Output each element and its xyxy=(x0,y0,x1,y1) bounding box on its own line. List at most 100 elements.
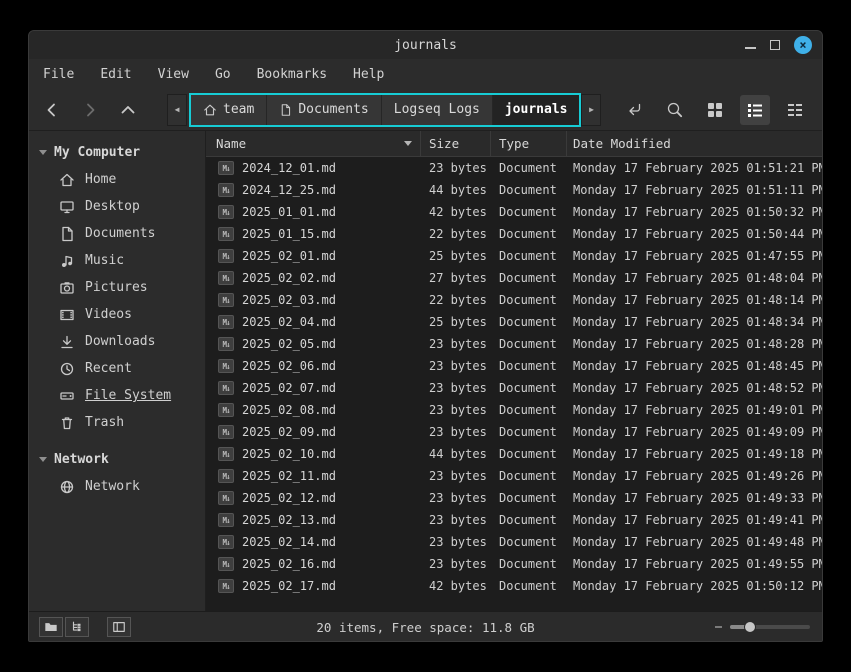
statusbar-zoom xyxy=(715,612,810,642)
breadcrumb-logseq-logs[interactable]: Logseq Logs xyxy=(382,95,493,125)
markdown-file-icon: M↓ xyxy=(218,161,234,175)
trash-icon xyxy=(59,415,75,431)
file-type: Document xyxy=(491,447,567,461)
up-button[interactable] xyxy=(115,95,141,125)
sidebar-item-music[interactable]: Music xyxy=(29,247,205,274)
file-row[interactable]: M↓ 2025_02_16.md 23 bytes Document Monda… xyxy=(206,553,822,575)
file-date: Monday 17 February 2025 01:51:21 PM xyxy=(567,161,822,175)
breadcrumb-highlight-annotation: team Documents Logseq Logs journals xyxy=(189,93,581,127)
file-row[interactable]: M↓ 2025_02_03.md 22 bytes Document Monda… xyxy=(206,289,822,311)
sidebar-item-file-system[interactable]: File System xyxy=(29,382,205,409)
breadcrumb-team[interactable]: team xyxy=(191,95,267,125)
forward-button[interactable] xyxy=(77,95,103,125)
list-view-button[interactable] xyxy=(740,95,770,125)
file-date: Monday 17 February 2025 01:49:09 PM xyxy=(567,425,822,439)
file-row[interactable]: M↓ 2025_01_01.md 42 bytes Document Monda… xyxy=(206,201,822,223)
sidebar-item-desktop[interactable]: Desktop xyxy=(29,193,205,220)
file-size: 23 bytes xyxy=(421,381,491,395)
sidebar-item-videos[interactable]: Videos xyxy=(29,301,205,328)
file-date: Monday 17 February 2025 01:49:55 PM xyxy=(567,557,822,571)
sidebar-header-my-computer[interactable]: My Computer xyxy=(29,139,205,166)
breadcrumb-documents[interactable]: Documents xyxy=(267,95,381,125)
file-date: Monday 17 February 2025 01:50:12 PM xyxy=(567,579,822,593)
menu-view[interactable]: View xyxy=(156,65,191,84)
column-header-name[interactable]: Name xyxy=(206,131,421,156)
documents-icon xyxy=(59,226,75,242)
icon-view-button[interactable] xyxy=(700,95,730,125)
file-row[interactable]: M↓ 2025_02_13.md 23 bytes Document Monda… xyxy=(206,509,822,531)
file-row[interactable]: M↓ 2025_02_02.md 27 bytes Document Monda… xyxy=(206,267,822,289)
zoom-slider[interactable] xyxy=(730,620,810,634)
menu-edit[interactable]: Edit xyxy=(98,65,133,84)
file-name: 2025_02_06.md xyxy=(242,359,336,373)
markdown-file-icon: M↓ xyxy=(218,227,234,241)
file-row[interactable]: M↓ 2025_01_15.md 22 bytes Document Monda… xyxy=(206,223,822,245)
menu-go[interactable]: Go xyxy=(213,65,233,84)
file-size: 23 bytes xyxy=(421,491,491,505)
window-body: My Computer Home Desktop Documents xyxy=(29,131,822,611)
compact-view-button[interactable] xyxy=(780,95,810,125)
markdown-file-icon: M↓ xyxy=(218,425,234,439)
sidebar-item-documents[interactable]: Documents xyxy=(29,220,205,247)
maximize-icon[interactable] xyxy=(770,40,780,50)
path-scroll-right-button[interactable]: ▶ xyxy=(581,94,601,126)
file-row[interactable]: M↓ 2025_02_01.md 25 bytes Document Monda… xyxy=(206,245,822,267)
back-button[interactable] xyxy=(39,95,65,125)
sidebar-item-pictures[interactable]: Pictures xyxy=(29,274,205,301)
zoom-slider-handle[interactable] xyxy=(744,621,756,633)
markdown-file-icon: M↓ xyxy=(218,205,234,219)
file-name: 2024_12_01.md xyxy=(242,161,336,175)
markdown-file-icon: M↓ xyxy=(218,315,234,329)
file-date: Monday 17 February 2025 01:48:28 PM xyxy=(567,337,822,351)
network-icon xyxy=(59,479,75,495)
breadcrumb-journals[interactable]: journals xyxy=(493,95,580,125)
search-button[interactable] xyxy=(660,95,690,125)
zoom-out-icon[interactable] xyxy=(715,626,722,628)
file-row[interactable]: M↓ 2025_02_08.md 23 bytes Document Monda… xyxy=(206,399,822,421)
titlebar[interactable]: journals × xyxy=(29,31,822,59)
filesystem-icon xyxy=(59,388,75,404)
file-row[interactable]: M↓ 2025_02_09.md 23 bytes Document Monda… xyxy=(206,421,822,443)
sidebar-item-network[interactable]: Network xyxy=(29,473,205,500)
file-row[interactable]: M↓ 2025_02_11.md 23 bytes Document Monda… xyxy=(206,465,822,487)
toggle-location-entry-button[interactable] xyxy=(620,95,650,125)
file-row[interactable]: M↓ 2025_02_12.md 23 bytes Document Monda… xyxy=(206,487,822,509)
file-name: 2025_02_08.md xyxy=(242,403,336,417)
places-toggle-button[interactable] xyxy=(39,617,63,637)
sidebar-item-downloads[interactable]: Downloads xyxy=(29,328,205,355)
file-list-pane: Name Size Type Date Modified M↓ 2024_12_… xyxy=(206,131,822,611)
tree-toggle-button[interactable] xyxy=(65,617,89,637)
file-size: 22 bytes xyxy=(421,227,491,241)
recent-icon xyxy=(59,361,75,377)
file-row[interactable]: M↓ 2025_02_17.md 42 bytes Document Monda… xyxy=(206,575,822,597)
sidebar-item-trash[interactable]: Trash xyxy=(29,409,205,436)
file-row[interactable]: M↓ 2025_02_06.md 23 bytes Document Monda… xyxy=(206,355,822,377)
file-size: 23 bytes xyxy=(421,161,491,175)
file-row[interactable]: M↓ 2025_02_10.md 44 bytes Document Monda… xyxy=(206,443,822,465)
menu-help[interactable]: Help xyxy=(351,65,386,84)
file-type: Document xyxy=(491,227,567,241)
menu-bookmarks[interactable]: Bookmarks xyxy=(255,65,329,84)
file-type: Document xyxy=(491,403,567,417)
menu-file[interactable]: File xyxy=(41,65,76,84)
file-row[interactable]: M↓ 2024_12_25.md 44 bytes Document Monda… xyxy=(206,179,822,201)
toolbar-actions xyxy=(620,95,810,125)
minimize-icon[interactable] xyxy=(745,47,756,49)
file-row[interactable]: M↓ 2025_02_05.md 23 bytes Document Monda… xyxy=(206,333,822,355)
sidebar-item-home[interactable]: Home xyxy=(29,166,205,193)
file-row[interactable]: M↓ 2024_12_01.md 23 bytes Document Monda… xyxy=(206,157,822,179)
file-row[interactable]: M↓ 2025_02_14.md 23 bytes Document Monda… xyxy=(206,531,822,553)
sidebar-toggle-button[interactable] xyxy=(107,617,131,637)
file-row[interactable]: M↓ 2025_02_07.md 23 bytes Document Monda… xyxy=(206,377,822,399)
sidebar-header-network[interactable]: Network xyxy=(29,446,205,473)
file-size: 23 bytes xyxy=(421,535,491,549)
file-row[interactable]: M↓ 2025_02_04.md 25 bytes Document Monda… xyxy=(206,311,822,333)
sidebar-item-recent[interactable]: Recent xyxy=(29,355,205,382)
column-header-type[interactable]: Type xyxy=(491,131,567,156)
column-header-size[interactable]: Size xyxy=(421,131,491,156)
file-type: Document xyxy=(491,425,567,439)
path-scroll-left-button[interactable]: ◀ xyxy=(167,94,187,126)
file-date: Monday 17 February 2025 01:48:14 PM xyxy=(567,293,822,307)
close-icon[interactable]: × xyxy=(794,36,812,54)
column-header-date-modified[interactable]: Date Modified xyxy=(567,131,822,156)
